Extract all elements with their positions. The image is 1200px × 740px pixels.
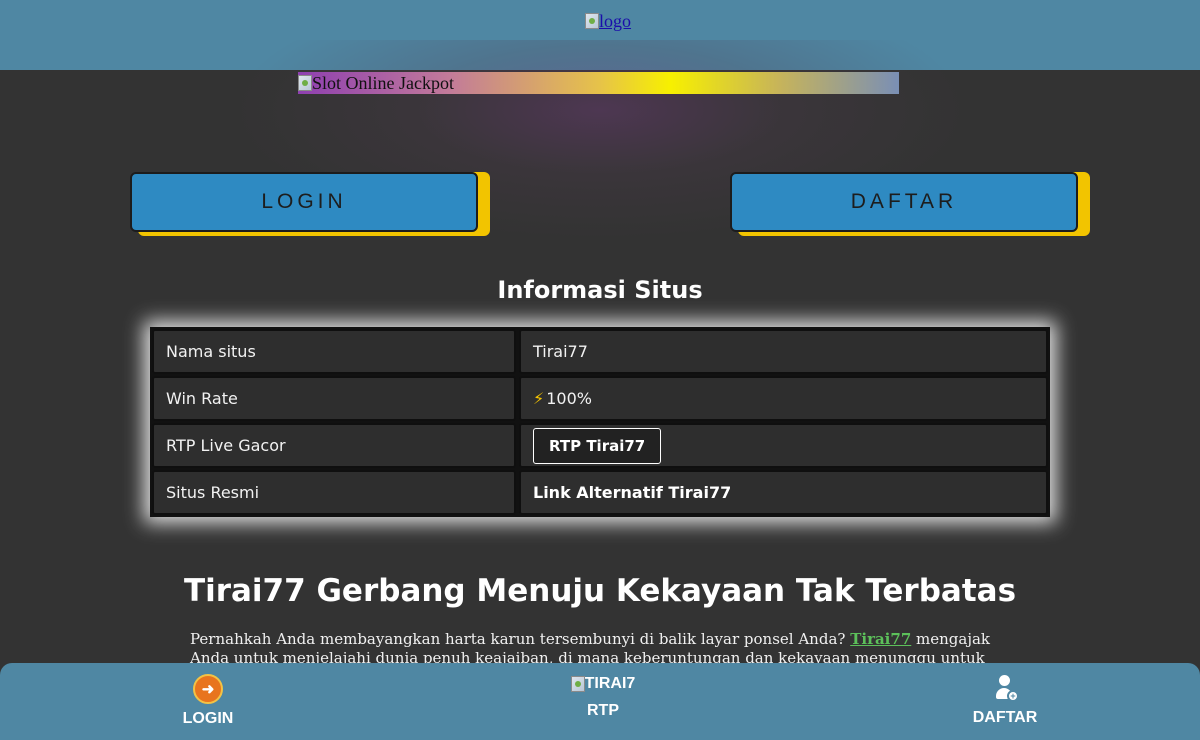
paragraph-text-start: Pernahkah Anda membayangkan harta karun … [190, 630, 851, 648]
bottom-nav-rtp[interactable]: TIRAI7 RTP [553, 663, 653, 740]
lightning-icon: ⚡ [533, 389, 545, 408]
bottom-nav-rtp-label: RTP [587, 702, 619, 719]
rtp-image-alt-text: TIRAI7 [584, 675, 636, 692]
row-value: ⚡ 100% [519, 376, 1048, 421]
banner-alt-text: Slot Online Jackpot [312, 73, 454, 93]
alternative-link[interactable]: Link Alternatif Tirai77 [533, 483, 731, 502]
logo-link[interactable]: logo [585, 10, 631, 32]
broken-image-icon [585, 13, 599, 29]
row-value: Tirai77 [519, 329, 1048, 374]
login-button-wrapper: LOGIN [130, 172, 490, 236]
row-value: RTP Tirai77 [519, 423, 1048, 468]
info-table: Nama situs Tirai77 Win Rate ⚡ 100% RTP Li… [150, 327, 1050, 517]
jackpot-banner-image: Slot Online Jackpot [298, 72, 899, 94]
broken-image-icon [570, 676, 585, 692]
bottom-nav-login[interactable]: ➜ LOGIN [158, 663, 258, 740]
bottom-nav: ➜ LOGIN TIRAI7 RTP + DAFTAR [0, 663, 1200, 740]
rtp-image: TIRAI7 [570, 674, 636, 694]
user-add-icon: + [991, 675, 1019, 703]
login-button[interactable]: LOGIN [130, 172, 478, 232]
daftar-button-wrapper: DAFTAR [730, 172, 1090, 236]
info-section-title: Informasi Situs [497, 276, 703, 304]
bottom-nav-daftar-label: DAFTAR [972, 709, 1038, 726]
win-rate-value: 100% [546, 389, 592, 408]
bottom-nav-login-label: LOGIN [182, 710, 234, 727]
row-label: RTP Live Gacor [152, 423, 516, 468]
table-row: RTP Live Gacor RTP Tirai77 [152, 423, 1048, 468]
logo-alt-text: logo [599, 11, 632, 31]
row-label: Nama situs [152, 329, 516, 374]
login-arrow-icon: ➜ [193, 674, 223, 704]
table-row: Situs Resmi Link Alternatif Tirai77 [152, 470, 1048, 515]
daftar-button[interactable]: DAFTAR [730, 172, 1078, 232]
bottom-nav-daftar[interactable]: + DAFTAR [955, 663, 1055, 740]
table-row: Nama situs Tirai77 [152, 329, 1048, 374]
row-label: Situs Resmi [152, 470, 516, 515]
rtp-tirai77-button[interactable]: RTP Tirai77 [533, 427, 662, 464]
tirai77-link[interactable]: Tirai77 [850, 630, 911, 648]
article-heading: Tirai77 Gerbang Menuju Kekayaan Tak Terb… [183, 573, 1017, 609]
row-label: Win Rate [152, 376, 516, 421]
table-row: Win Rate ⚡ 100% [152, 376, 1048, 421]
row-value: Link Alternatif Tirai77 [519, 470, 1048, 515]
broken-image-icon [298, 75, 312, 91]
